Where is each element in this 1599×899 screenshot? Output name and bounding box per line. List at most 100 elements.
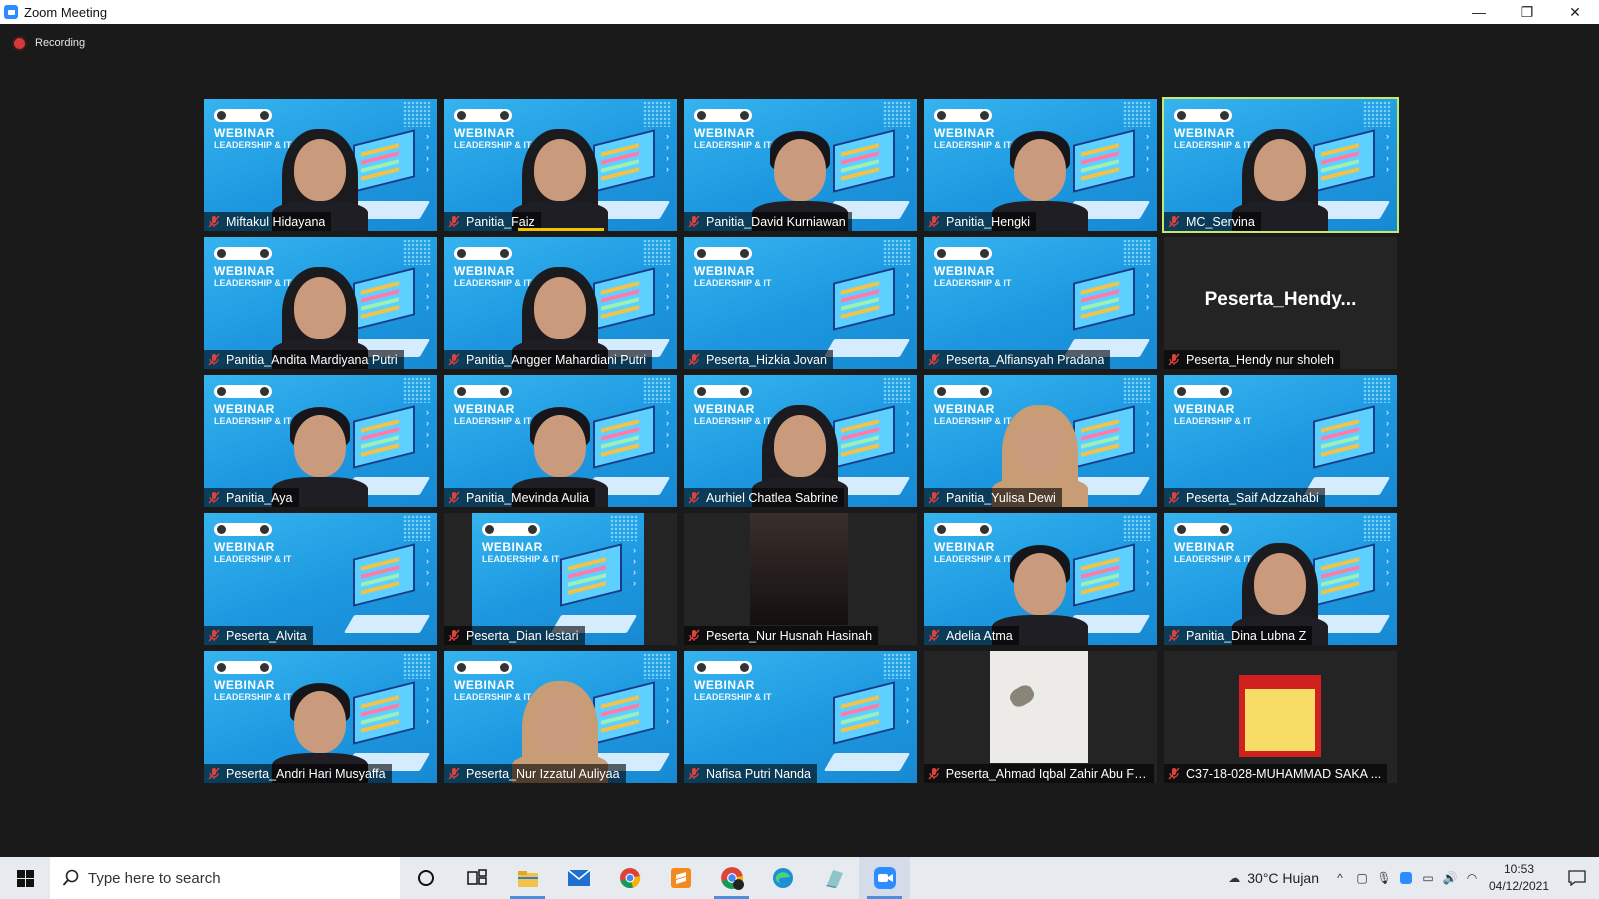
participant-tile[interactable]: Peserta_Ahmad Iqbal Zahir Abu Fa... <box>924 651 1157 783</box>
participant-tile[interactable]: WEBINAR LEADERSHIP & IT › › › › Peserta_Dian l… <box>444 513 677 645</box>
app-icon[interactable] <box>808 857 859 899</box>
sublime-icon[interactable] <box>655 857 706 899</box>
participant-tile[interactable]: WEBINAR LEADERSHIP & IT › › › › Peserta_Alfian… <box>924 237 1157 369</box>
participant-name: Panitia_Andita Mardiyana Putri <box>226 352 398 367</box>
muted-mic-icon <box>207 629 221 643</box>
participant-tile[interactable]: WEBINAR LEADERSHIP & IT › › › › Panitia_Dina L… <box>1164 513 1397 645</box>
clock[interactable]: 10:53 04/12/2021 <box>1483 861 1555 895</box>
participant-tile[interactable]: WEBINAR LEADERSHIP & IT › › › › Panitia_Yulisa… <box>924 375 1157 507</box>
muted-mic-icon <box>447 353 461 367</box>
muted-mic-icon <box>1167 767 1181 781</box>
participant-tile[interactable]: WEBINAR LEADERSHIP & IT › › › › Aurhiel Chatle… <box>684 375 917 507</box>
windows-taskbar: Type here to search ☁ 30°C Hujan ^ ▢ 🎙 ▭… <box>0 857 1599 899</box>
participant-video <box>990 651 1088 763</box>
wifi-icon[interactable]: ◠ <box>1461 857 1483 899</box>
participant-name: Panitia_Faiz <box>466 214 535 229</box>
participant-name-bar: Adelia Atma <box>924 626 1019 645</box>
participant-tile[interactable]: WEBINAR LEADERSHIP & IT › › › › MC_Servina <box>1162 97 1399 233</box>
participant-name: Nafisa Putri Nanda <box>706 766 811 781</box>
participant-name: Panitia_Aya <box>226 490 293 505</box>
participant-tile[interactable]: WEBINAR LEADERSHIP & IT › › › › Panitia_Hengki <box>924 99 1157 231</box>
participant-tile[interactable]: WEBINAR LEADERSHIP & IT › › › › Peserta_Alvita <box>204 513 437 645</box>
battery-icon[interactable]: ▭ <box>1417 857 1439 899</box>
participant-tile[interactable]: WEBINAR LEADERSHIP & IT › › › › Adelia Atma <box>924 513 1157 645</box>
participant-tile[interactable]: WEBINAR LEADERSHIP & IT › › › › Peserta_Nur Iz… <box>444 651 677 783</box>
minimize-button[interactable]: — <box>1455 0 1503 24</box>
participant-name: Peserta_Hizkia Jovan <box>706 352 827 367</box>
participant-name-bar: Peserta_Hendy nur sholeh <box>1164 350 1341 369</box>
muted-mic-icon <box>447 491 461 505</box>
participant-tile[interactable]: WEBINAR LEADERSHIP & IT › › › › Nafisa Putri N… <box>684 651 917 783</box>
participant-name: MC_Servina <box>1186 214 1255 229</box>
participant-tile[interactable]: WEBINAR LEADERSHIP & IT › › › › Panitia_David … <box>684 99 917 231</box>
participant-tile[interactable]: WEBINAR LEADERSHIP & IT › › › › Panitia_Faiz <box>444 99 677 231</box>
participant-tile[interactable]: WEBINAR LEADERSHIP & IT › › › › Panitia_Andita… <box>204 237 437 369</box>
recording-label: Recording <box>35 37 86 49</box>
participant-name-bar: Panitia_Andita Mardiyana Putri <box>204 350 404 369</box>
microphone-icon[interactable]: 🎙 <box>1373 857 1395 899</box>
participant-name-bar: Peserta_Dian lestari <box>444 626 585 645</box>
participant-tile[interactable]: Peserta_Nur Husnah Hasinah <box>684 513 917 645</box>
muted-mic-icon <box>687 629 701 643</box>
mail-icon[interactable] <box>553 857 604 899</box>
muted-mic-icon <box>927 353 941 367</box>
participant-name-bar: Peserta_Andri Hari Musyaffa <box>204 764 392 783</box>
participant-name-bar: C37-18-028-MUHAMMAD SAKA ... <box>1164 764 1388 783</box>
recording-indicator[interactable]: Recording <box>14 37 85 49</box>
muted-mic-icon <box>927 215 941 229</box>
close-button[interactable]: ✕ <box>1551 0 1599 24</box>
participant-tile[interactable]: WEBINAR LEADERSHIP & IT › › › › Miftakul Hiday… <box>204 99 437 231</box>
muted-mic-icon <box>927 767 941 781</box>
participant-name: Aurhiel Chatlea Sabrine <box>706 490 839 505</box>
participant-name: Panitia_Yulisa Dewi <box>946 490 1056 505</box>
participant-tile[interactable]: WEBINAR LEADERSHIP & IT › › › › Panitia_Angger… <box>444 237 677 369</box>
notification-icon[interactable] <box>1555 870 1599 886</box>
muted-mic-icon <box>687 491 701 505</box>
restore-button[interactable]: ❐ <box>1503 0 1551 24</box>
participant-tile[interactable]: WEBINAR LEADERSHIP & IT › › › › Peserta_Andri … <box>204 651 437 783</box>
participant-name: Miftakul Hidayana <box>226 214 326 229</box>
participant-name-bar: Peserta_Hizkia Jovan <box>684 350 833 369</box>
muted-mic-icon <box>207 353 221 367</box>
muted-mic-icon <box>1167 353 1181 367</box>
chrome-icon[interactable] <box>604 857 655 899</box>
participant-name-bar: Panitia_Hengki <box>924 212 1037 231</box>
task-view-icon[interactable] <box>451 857 502 899</box>
participant-tile[interactable]: WEBINAR LEADERSHIP & IT › › › › Panitia_Aya <box>204 375 437 507</box>
participant-tile[interactable]: WEBINAR LEADERSHIP & IT › › › › Peserta_Hizkia… <box>684 237 917 369</box>
participant-tile[interactable]: WEBINAR LEADERSHIP & IT › › › › Peserta_Saif A… <box>1164 375 1397 507</box>
weather-text[interactable]: 30°C Hujan <box>1247 870 1319 886</box>
muted-mic-icon <box>687 767 701 781</box>
volume-icon[interactable]: 🔊 <box>1439 857 1461 899</box>
participant-name-bar: MC_Servina <box>1164 212 1261 231</box>
chevron-up-icon[interactable]: ^ <box>1329 857 1351 899</box>
participant-name: Panitia_Mevinda Aulia <box>466 490 589 505</box>
participant-name-bar: Peserta_Nur Izzatul Auliyaa <box>444 764 626 783</box>
participant-tile[interactable]: WEBINAR LEADERSHIP & IT › › › › Panitia_Mevind… <box>444 375 677 507</box>
cortana-icon[interactable] <box>400 857 451 899</box>
clock-time: 10:53 <box>1503 862 1535 876</box>
participant-tile[interactable]: Peserta_Hendy... Peserta_Hendy nur sholeh <box>1164 237 1397 369</box>
participant-name-bar: Panitia_Angger Mahardiani Putri <box>444 350 652 369</box>
muted-mic-icon <box>207 767 221 781</box>
zoom-icon[interactable] <box>859 857 910 899</box>
participant-name: Peserta_Nur Husnah Hasinah <box>706 628 873 643</box>
participant-name-bar: Miftakul Hidayana <box>204 212 332 231</box>
zoom-tray-icon[interactable] <box>1395 857 1417 899</box>
chrome-profile-icon[interactable] <box>706 857 757 899</box>
meet-now-icon[interactable]: ▢ <box>1351 857 1373 899</box>
edge-icon[interactable] <box>757 857 808 899</box>
system-tray: ☁ 30°C Hujan ^ ▢ 🎙 ▭ 🔊 ◠ 10:53 04/12/202… <box>1221 857 1599 899</box>
participant-tile[interactable]: C37-18-028-MUHAMMAD SAKA ... <box>1164 651 1397 783</box>
start-button[interactable] <box>0 857 50 899</box>
participant-name: Panitia_Hengki <box>946 214 1031 229</box>
participant-name: Adelia Atma <box>946 628 1013 643</box>
speaking-indicator <box>518 228 604 231</box>
participant-name: Peserta_Alfiansyah Pradana <box>946 352 1105 367</box>
muted-mic-icon <box>207 215 221 229</box>
participant-name: Peserta_Dian lestari <box>466 628 579 643</box>
participant-name-bar: Panitia_Mevinda Aulia <box>444 488 595 507</box>
file-explorer-icon[interactable] <box>502 857 553 899</box>
search-placeholder: Type here to search <box>88 869 221 887</box>
taskbar-search-box[interactable]: Type here to search <box>50 857 400 899</box>
